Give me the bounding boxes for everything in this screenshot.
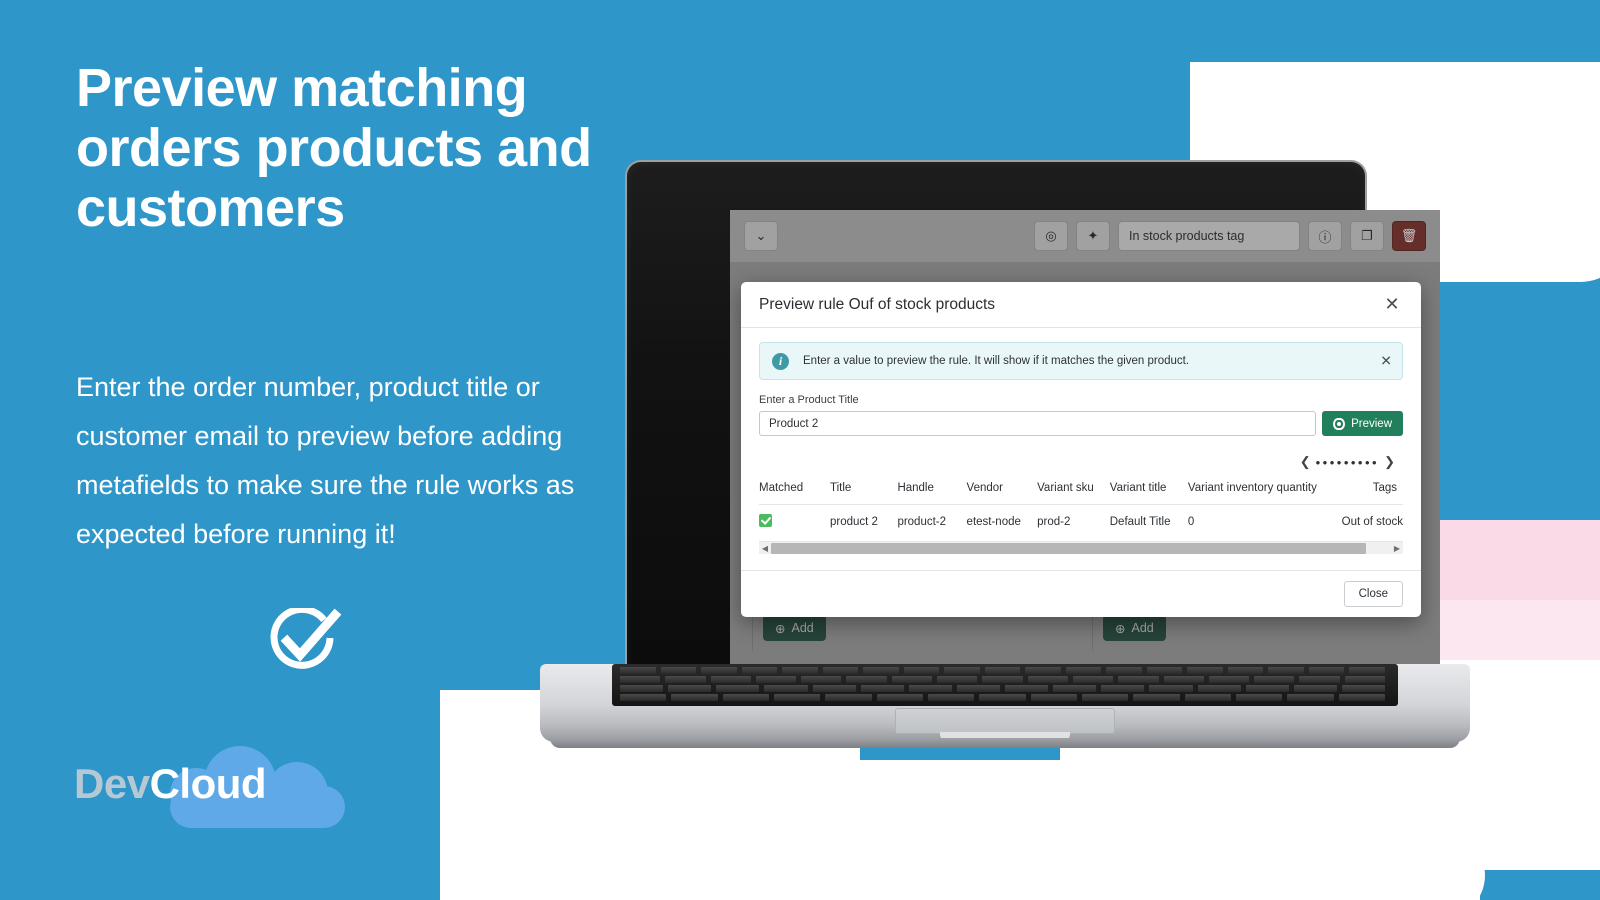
keyboard-row [620, 694, 1390, 701]
modal-body: i Enter a value to preview the rule. It … [741, 328, 1421, 558]
results-table: Matched Title Handle Vendor Variant sku … [759, 480, 1403, 539]
cloud-decoration-left [520, 750, 705, 895]
alert-dismiss-icon[interactable]: ✕ [1380, 353, 1392, 370]
target-icon[interactable]: ◎ [1034, 221, 1068, 251]
table-row: product 2 product-2 etest-node prod-2 De… [759, 504, 1403, 539]
column-header-tags: Tags [1372, 482, 1397, 494]
keyboard-row [620, 685, 1390, 692]
info-alert-text: Enter a value to preview the rule. It wi… [803, 355, 1190, 367]
plus-circle-icon: ⊕ [775, 621, 786, 636]
cell-tags: Out of stock [1341, 504, 1403, 539]
column-header-vendor: Vendor [966, 482, 1003, 494]
column-header-variant-sku: Variant sku [1037, 482, 1094, 494]
circle-check-icon [270, 608, 342, 669]
cloud-decoration-bottom-mid [820, 760, 1145, 900]
pagination-dots[interactable]: ••••••••• [1316, 455, 1379, 470]
scrollbar-track[interactable] [771, 542, 1391, 554]
scroll-right-arrow-icon[interactable]: ▶ [1391, 544, 1403, 553]
cell-handle: product-2 [897, 504, 967, 539]
laptop-foot [550, 738, 1460, 748]
app-search-input[interactable]: In stock products tag [1118, 221, 1300, 251]
star-icon[interactable]: ✦ [1076, 221, 1110, 251]
pagination: ❮ ••••••••• ❯ [759, 454, 1403, 470]
table-header-row: Matched Title Handle Vendor Variant sku … [759, 480, 1403, 505]
column-header-matched: Matched [759, 482, 804, 494]
column-header-variant-inventory-quantity: Variant inventory quantity [1187, 482, 1317, 494]
preview-rule-modal: Preview rule Ouf of stock products ✕ i E… [741, 282, 1421, 617]
product-title-input[interactable] [759, 411, 1317, 436]
keyboard-row [620, 667, 1390, 674]
scrollbar-thumb[interactable] [771, 542, 1367, 554]
close-button[interactable]: Close [1343, 581, 1403, 607]
logo-text: DevCloud [74, 760, 267, 808]
cell-matched [759, 504, 830, 539]
horizontal-scrollbar[interactable]: ◀ ▶ [759, 541, 1403, 554]
promo-subcopy: Enter the order number, product title or… [76, 372, 575, 549]
cell-variant-inventory-quantity: 0 [1187, 504, 1342, 539]
devcloud-logo: DevCloud [74, 742, 354, 828]
app-toolbar: ⌄ ◎ ✦ In stock products tag ⓘ ❐ 🗑 [730, 210, 1440, 262]
chevron-right-icon[interactable]: ❯ [1384, 454, 1395, 470]
chevron-left-icon[interactable]: ❮ [1300, 454, 1311, 470]
cell-title: product 2 [829, 504, 898, 539]
modal-header: Preview rule Ouf of stock products ✕ [741, 282, 1421, 328]
modal-footer: Close [741, 570, 1421, 617]
cell-variant-sku: prod-2 [1037, 504, 1110, 539]
scroll-left-arrow-icon[interactable]: ◀ [759, 544, 771, 553]
close-icon[interactable]: ✕ [1381, 294, 1403, 316]
info-alert: i Enter a value to preview the rule. It … [759, 342, 1403, 380]
modal-title: Preview rule Ouf of stock products [759, 295, 996, 313]
trash-icon[interactable]: 🗑 [1392, 221, 1426, 251]
add-button-left-label: Add [791, 621, 814, 635]
promo-banner: Preview matching orders products and cus… [0, 0, 1600, 900]
add-button-right-label: Add [1131, 621, 1154, 635]
chevron-down-icon[interactable]: ⌄ [744, 221, 778, 251]
laptop-screen: ⌄ ◎ ✦ In stock products tag ⓘ ❐ 🗑 ⊕ Add … [730, 210, 1440, 665]
add-button-right[interactable]: ⊕ Add [1103, 615, 1166, 641]
cell-vendor: etest-node [966, 504, 1038, 539]
checkmark-icon [759, 514, 772, 527]
add-button-left[interactable]: ⊕ Add [763, 615, 826, 641]
copy-icon[interactable]: ❐ [1350, 221, 1384, 251]
laptop-lid: ⌄ ◎ ✦ In stock products tag ⓘ ❐ 🗑 ⊕ Add … [625, 160, 1440, 670]
laptop-trackpad [895, 708, 1115, 734]
results-table-wrap: Matched Title Handle Vendor Variant sku … [759, 480, 1403, 554]
logo-text-dev: Dev [74, 760, 150, 807]
logo-text-cloud: Cloud [149, 760, 267, 807]
preview-button[interactable]: Preview [1322, 411, 1403, 436]
keyboard-row [620, 676, 1390, 683]
column-header-handle: Handle [897, 482, 934, 494]
laptop-mockup: ⌄ ◎ ✦ In stock products tag ⓘ ❐ 🗑 ⊕ Add … [540, 160, 1470, 770]
cell-variant-title: Default Title [1109, 504, 1188, 539]
eye-icon [1333, 417, 1346, 430]
column-header-title: Title [829, 482, 852, 494]
product-title-field-row: Preview [759, 411, 1403, 436]
info-circle-icon[interactable]: ⓘ [1308, 221, 1342, 251]
laptop-keyboard [612, 664, 1398, 706]
column-header-variant-title: Variant title [1109, 482, 1167, 494]
info-circle-icon: i [772, 352, 789, 370]
preview-button-label: Preview [1351, 417, 1392, 430]
product-title-label: Enter a Product Title [759, 394, 859, 406]
plus-circle-icon: ⊕ [1115, 621, 1126, 636]
